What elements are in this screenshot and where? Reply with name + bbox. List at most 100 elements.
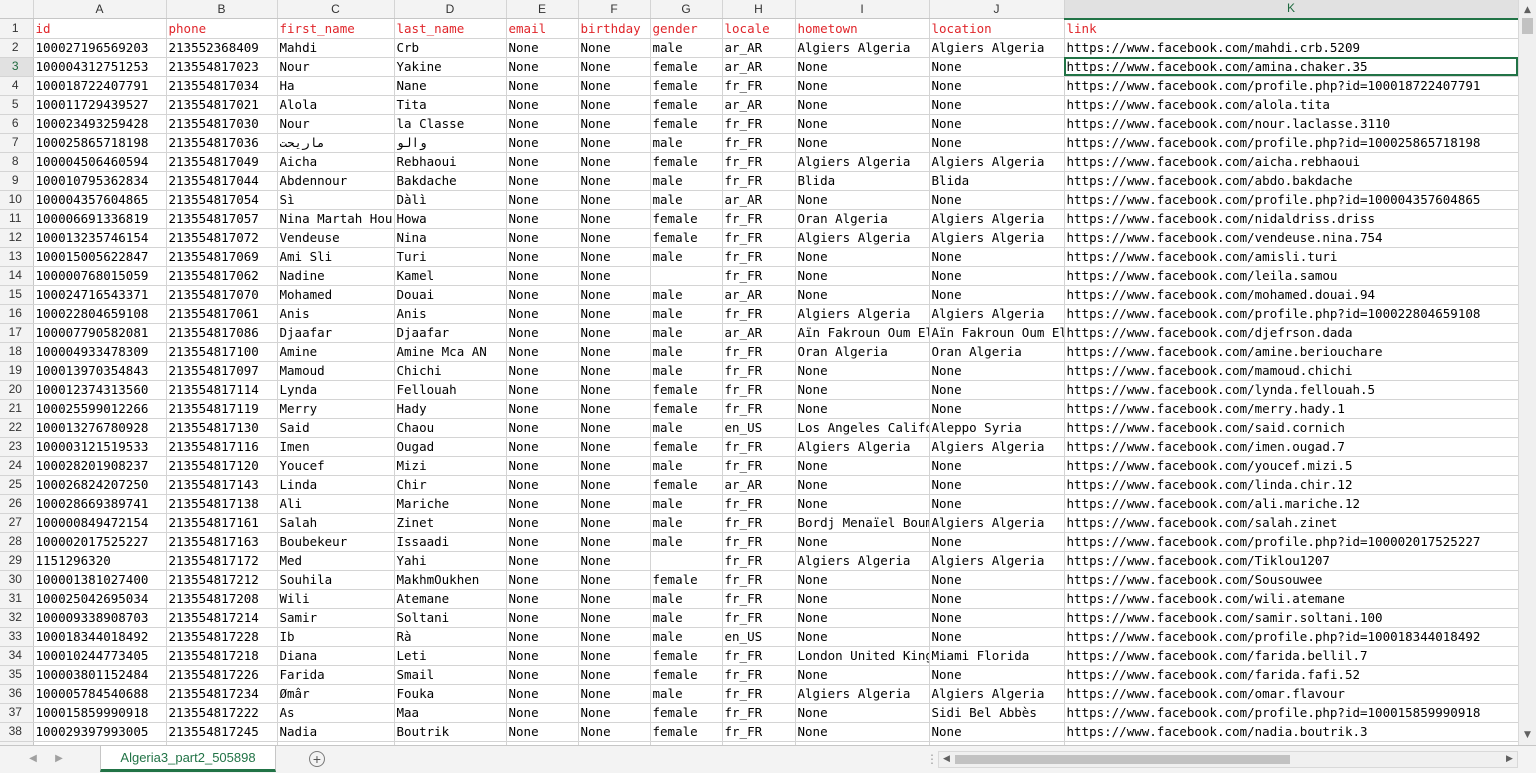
cell-k8[interactable]: https://www.facebook.com/aicha.rebhaoui	[1064, 152, 1518, 172]
row-header[interactable]: 15	[0, 285, 34, 305]
cell-c27[interactable]: Salah	[277, 513, 395, 533]
horizontal-scroll-thumb[interactable]	[955, 755, 1290, 764]
cell-f27[interactable]: None	[578, 513, 651, 533]
cell-h27[interactable]: fr_FR	[722, 513, 796, 533]
column-header-f[interactable]: F	[578, 0, 651, 19]
cell-d19[interactable]: Chichi	[394, 361, 507, 381]
cell-d18[interactable]: Amine Mca AN	[394, 342, 507, 362]
cell-d21[interactable]: Hady	[394, 399, 507, 419]
cell-j17[interactable]: Aïn Fakroun Oum El Bouaghi	[929, 323, 1065, 343]
row-header[interactable]: 30	[0, 570, 34, 590]
cell-e13[interactable]: None	[506, 247, 579, 267]
cell-e4[interactable]: None	[506, 76, 579, 96]
cell-e21[interactable]: None	[506, 399, 579, 419]
cell-j20[interactable]: None	[929, 380, 1065, 400]
cell-a8[interactable]: 100004506460594	[33, 152, 167, 172]
cell-j10[interactable]: None	[929, 190, 1065, 210]
cell-k32[interactable]: https://www.facebook.com/samir.soltani.1…	[1064, 608, 1518, 628]
cell-g12[interactable]: female	[650, 228, 723, 248]
row-header[interactable]: 2	[0, 38, 34, 58]
cell-a33[interactable]: 100018344018492	[33, 627, 167, 647]
cell-f13[interactable]: None	[578, 247, 651, 267]
cell-b4[interactable]: 213554817034	[166, 76, 278, 96]
cell-j31[interactable]: None	[929, 589, 1065, 609]
cell-e33[interactable]: None	[506, 627, 579, 647]
cell-k19[interactable]: https://www.facebook.com/mamoud.chichi	[1064, 361, 1518, 381]
cell-e29[interactable]: None	[506, 551, 579, 571]
cell-h14[interactable]: fr_FR	[722, 266, 796, 286]
cell-j21[interactable]: None	[929, 399, 1065, 419]
cell-b8[interactable]: 213554817049	[166, 152, 278, 172]
cell-a26[interactable]: 100028669389741	[33, 494, 167, 514]
cell-h7[interactable]: fr_FR	[722, 133, 796, 153]
cell-d7[interactable]: والو	[394, 133, 507, 153]
cell-f4[interactable]: None	[578, 76, 651, 96]
column-header-a[interactable]: A	[33, 0, 167, 19]
cell-e18[interactable]: None	[506, 342, 579, 362]
cell-k13[interactable]: https://www.facebook.com/amisli.turi	[1064, 247, 1518, 267]
cell-j37[interactable]: Sidi Bel Abbès	[929, 703, 1065, 723]
cell-b14[interactable]: 213554817062	[166, 266, 278, 286]
cell-b32[interactable]: 213554817214	[166, 608, 278, 628]
cell-a2[interactable]: 100027196569203	[33, 38, 167, 58]
cell-a32[interactable]: 100009338908703	[33, 608, 167, 628]
cell-g4[interactable]: female	[650, 76, 723, 96]
cell-a17[interactable]: 100007790582081	[33, 323, 167, 343]
cell-e2[interactable]: None	[506, 38, 579, 58]
cell-g16[interactable]: male	[650, 304, 723, 324]
cell-g22[interactable]: male	[650, 418, 723, 438]
cell-i17[interactable]: Aïn Fakroun Oum El Bouaghi	[795, 323, 930, 343]
cell-e23[interactable]: None	[506, 437, 579, 457]
cell-k38[interactable]: https://www.facebook.com/nadia.boutrik.3	[1064, 722, 1518, 742]
column-header-k[interactable]: K	[1064, 0, 1518, 20]
cell-e37[interactable]: None	[506, 703, 579, 723]
row-header[interactable]: 35	[0, 665, 34, 685]
cell-i3[interactable]: None	[795, 57, 930, 77]
cell-g10[interactable]: male	[650, 190, 723, 210]
cell-a24[interactable]: 100028201908237	[33, 456, 167, 476]
row-header[interactable]: 27	[0, 513, 34, 533]
cell-d17[interactable]: Djaafar	[394, 323, 507, 343]
cell-h12[interactable]: fr_FR	[722, 228, 796, 248]
cell-f21[interactable]: None	[578, 399, 651, 419]
cell-k11[interactable]: https://www.facebook.com/nidaldriss.dris…	[1064, 209, 1518, 229]
cell-g19[interactable]: male	[650, 361, 723, 381]
cell-i6[interactable]: None	[795, 114, 930, 134]
cell-f8[interactable]: None	[578, 152, 651, 172]
cell-e31[interactable]: None	[506, 589, 579, 609]
cell-b29[interactable]: 213554817172	[166, 551, 278, 571]
cell-f18[interactable]: None	[578, 342, 651, 362]
cell-h18[interactable]: fr_FR	[722, 342, 796, 362]
cell-a16[interactable]: 100022804659108	[33, 304, 167, 324]
cell-d37[interactable]: Maa	[394, 703, 507, 723]
cell-g27[interactable]: male	[650, 513, 723, 533]
cell-g28[interactable]: male	[650, 532, 723, 552]
cell-j38[interactable]: None	[929, 722, 1065, 742]
cell-g9[interactable]: male	[650, 171, 723, 191]
cell-c5[interactable]: Alola	[277, 95, 395, 115]
cell-a15[interactable]: 100024716543371	[33, 285, 167, 305]
cell-b10[interactable]: 213554817054	[166, 190, 278, 210]
cell-g36[interactable]: male	[650, 684, 723, 704]
cell-f17[interactable]: None	[578, 323, 651, 343]
cell-b23[interactable]: 213554817116	[166, 437, 278, 457]
column-header-e[interactable]: E	[506, 0, 579, 19]
cell-k33[interactable]: https://www.facebook.com/profile.php?id=…	[1064, 627, 1518, 647]
cell-b24[interactable]: 213554817120	[166, 456, 278, 476]
spreadsheet-grid[interactable]: ABCDEFGHIJK 1 id phone first_name last_name e…	[0, 0, 1518, 745]
cell-k27[interactable]: https://www.facebook.com/salah.zinet	[1064, 513, 1518, 533]
cell-h35[interactable]: fr_FR	[722, 665, 796, 685]
row-header[interactable]: 3	[0, 57, 34, 77]
cell-e36[interactable]: None	[506, 684, 579, 704]
cell-b31[interactable]: 213554817208	[166, 589, 278, 609]
cell-b33[interactable]: 213554817228	[166, 627, 278, 647]
cell-i30[interactable]: None	[795, 570, 930, 590]
cell-d10[interactable]: Dàlì	[394, 190, 507, 210]
cell-g29[interactable]	[650, 551, 723, 571]
cell-c21[interactable]: Merry	[277, 399, 395, 419]
row-header[interactable]: 1	[0, 18, 34, 39]
vertical-scroll-thumb[interactable]	[1522, 18, 1533, 34]
cell-e38[interactable]: None	[506, 722, 579, 742]
cell-c37[interactable]: As	[277, 703, 395, 723]
cell-h37[interactable]: fr_FR	[722, 703, 796, 723]
